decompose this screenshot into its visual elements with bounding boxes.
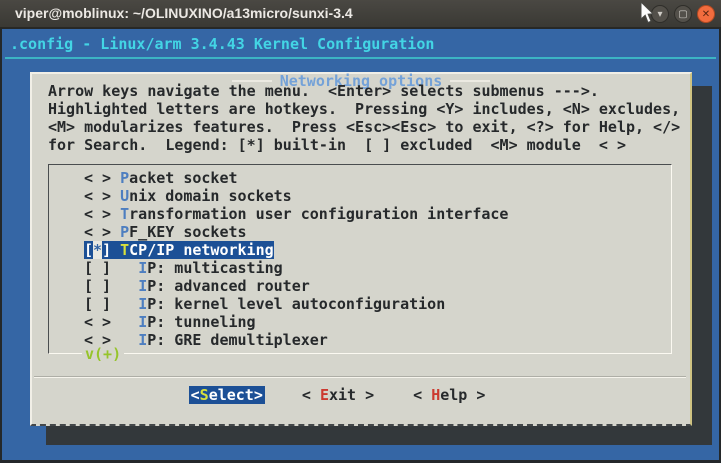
close-icon: ✕ [702, 9, 710, 20]
menu-item-ip-tunneling[interactable]: < > IP: tunneling [49, 313, 671, 331]
maximize-icon: ▢ [678, 9, 687, 20]
selected-row: [*] TCP/IP networking [84, 241, 274, 259]
menu-item-transformation-user-config[interactable]: < > Transformation user configuration in… [49, 205, 671, 223]
item-state: < > [84, 223, 111, 241]
item-state: < > [84, 169, 111, 187]
instruction-line: Arrow keys navigate the menu. <Enter> se… [48, 82, 680, 100]
menu-item-packet-socket[interactable]: < > Packet socket [49, 165, 671, 187]
exit-button[interactable]: < Exit > [300, 386, 376, 404]
button-hotkey: H [431, 386, 440, 404]
dialog-instructions: Arrow keys navigate the menu. <Enter> se… [48, 82, 680, 154]
window-titlebar[interactable]: viper@moblinux: ~/OLINUXINO/a13micro/sun… [0, 0, 721, 28]
item-hotkey: U [120, 187, 129, 205]
item-label: P: tunneling [147, 313, 255, 331]
item-label: acket socket [129, 169, 237, 187]
maximize-button[interactable]: ▢ [674, 5, 692, 23]
menu-item-pf-key-sockets[interactable]: < > PF_KEY sockets [49, 223, 671, 241]
button-separator-line [34, 376, 686, 378]
minimize-icon: ▾ [657, 9, 662, 20]
menu-item-ip-kernel-autoconfig[interactable]: [ ] IP: kernel level autoconfiguration [49, 295, 671, 313]
item-hotkey: I [138, 277, 147, 295]
item-label: P: multicasting [147, 259, 282, 277]
scroll-more-indicator: v(+) [82, 345, 124, 363]
item-state: [ ] [84, 277, 111, 295]
button-hotkey: S [200, 386, 209, 404]
item-label: P: advanced router [147, 277, 310, 295]
item-state: < > [84, 187, 111, 205]
instruction-line: <M> modularizes features. Press <Esc><Es… [48, 118, 680, 136]
menu-item-ip-gre-demultiplexer[interactable]: < > IP: GRE demultiplexer [49, 331, 671, 349]
mouse-pointer-icon [637, 1, 654, 25]
kernel-config-header: .config - Linux/arm 3.4.43 Kernel Config… [10, 35, 434, 53]
item-state: < > [84, 205, 111, 223]
item-state: [ ] [84, 295, 111, 313]
item-label: F_KEY sockets [129, 223, 246, 241]
select-button[interactable]: <Select> [189, 386, 265, 404]
item-hotkey: P [120, 223, 129, 241]
terminal-screen: .config - Linux/arm 3.4.43 Kernel Config… [2, 29, 719, 460]
dialog-button-row: <Select> < Exit > < Help > [9, 386, 667, 404]
item-hotkey: P [120, 169, 129, 187]
help-button[interactable]: < Help > [411, 386, 487, 404]
header-separator-line [5, 57, 716, 59]
menu-item-tcpip-networking-selected[interactable]: [*] TCP/IP networking [49, 241, 671, 259]
menu-listbox: < > Packet socket < > Unix domain socket… [48, 164, 672, 354]
item-hotkey: I [138, 331, 147, 349]
item-hotkey: I [138, 295, 147, 313]
button-hotkey: E [320, 386, 329, 404]
item-hotkey: I [138, 259, 147, 277]
instruction-line: for Search. Legend: [*] built-in [ ] exc… [48, 136, 680, 154]
networking-options-dialog: Networking options Arrow keys navigate t… [30, 72, 692, 426]
menu-item-ip-multicasting[interactable]: [ ] IP: multicasting [49, 259, 671, 277]
terminal-window: viper@moblinux: ~/OLINUXINO/a13micro/sun… [0, 0, 721, 463]
item-label: P: kernel level autoconfiguration [147, 295, 445, 313]
item-state: [ ] [84, 259, 111, 277]
text-cursor-cell: * [93, 241, 102, 259]
item-hotkey: T [120, 241, 129, 259]
item-state: < > [84, 313, 111, 331]
menu-item-ip-advanced-router[interactable]: [ ] IP: advanced router [49, 277, 671, 295]
item-label: nix domain sockets [129, 187, 292, 205]
item-hotkey: I [138, 313, 147, 331]
window-title: viper@moblinux: ~/OLINUXINO/a13micro/sun… [15, 5, 353, 21]
item-label: CP/IP networking [129, 241, 274, 259]
item-label: P: GRE demultiplexer [147, 331, 328, 349]
item-label: ransformation user configuration interfa… [129, 205, 508, 223]
close-button[interactable]: ✕ [697, 5, 715, 23]
instruction-line: Highlighted letters are hotkeys. Pressin… [48, 100, 680, 118]
item-hotkey: T [120, 205, 129, 223]
menu-item-unix-domain-sockets[interactable]: < > Unix domain sockets [49, 187, 671, 205]
